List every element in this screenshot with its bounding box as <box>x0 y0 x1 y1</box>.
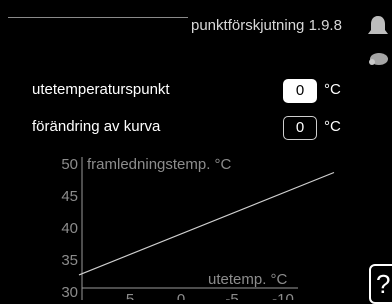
y-axis-label: framledningstemp. °C <box>87 156 232 173</box>
x-tick-label: 5 <box>126 291 134 300</box>
x-tick-label: -5 <box>225 291 238 300</box>
y-tick-label: 40 <box>61 220 78 237</box>
help-button[interactable]: ? <box>369 264 392 304</box>
x-tick-label: -10 <box>272 291 294 300</box>
x-axis-label: utetemp. °C <box>208 271 288 288</box>
heating-curve-line <box>78 171 335 276</box>
y-tick-label: 35 <box>61 252 78 269</box>
y-tick-label: 50 <box>61 156 78 173</box>
heating-curve-chart: 50 45 40 35 30 framledningstemp. °C utet… <box>61 156 335 300</box>
x-tick-label: 0 <box>177 291 185 300</box>
y-tick-label: 45 <box>61 188 78 205</box>
y-tick-label: 30 <box>61 284 78 300</box>
